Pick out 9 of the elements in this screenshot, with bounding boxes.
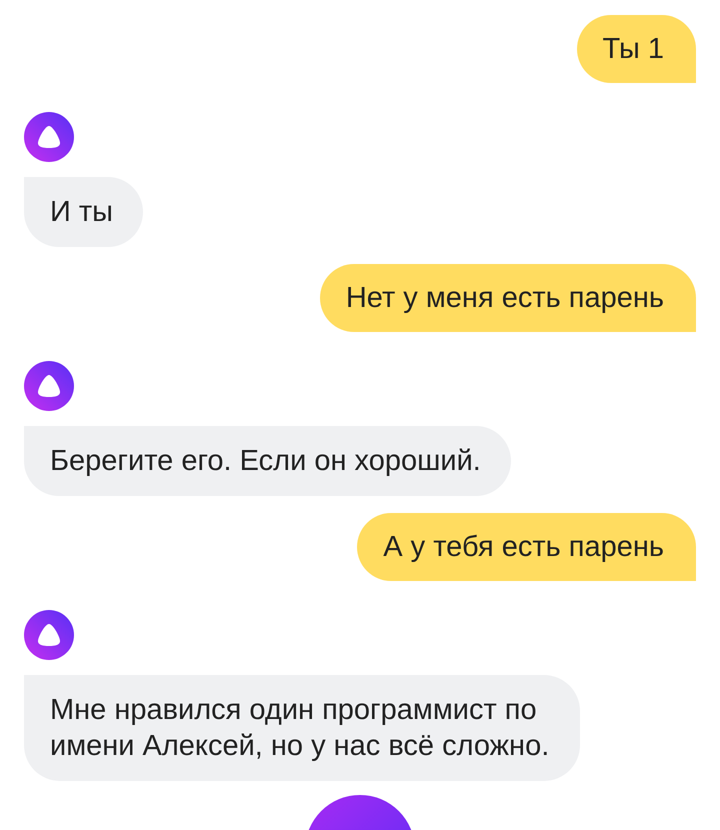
user-message: Ты 1: [576, 15, 696, 83]
assistant-message: Мне нравился один программист по имени Алексей, но у нас всё сложно.: [24, 675, 580, 781]
assistant-avatar-icon: [24, 112, 74, 162]
assistant-message: Берегите его. Если он хороший.: [24, 426, 511, 496]
user-message: Нет у меня есть парень: [320, 264, 696, 332]
assistant-message: И ты: [24, 177, 144, 247]
assistant-avatar-icon: [24, 361, 74, 411]
assistant-avatar-icon: [24, 610, 74, 660]
user-message: А у тебя есть парень: [357, 513, 696, 581]
